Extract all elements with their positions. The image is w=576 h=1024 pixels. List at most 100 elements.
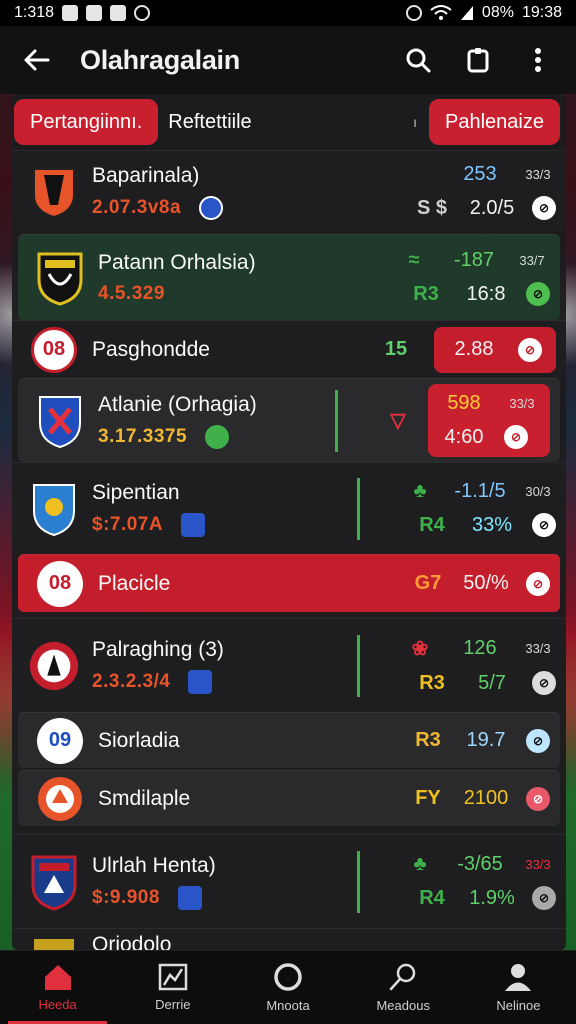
- status-dot-icon[interactable]: ⊘: [526, 282, 550, 306]
- back-button[interactable]: [18, 42, 54, 78]
- team-name: Atlanie (Orhagia): [98, 392, 257, 416]
- team-score: 2.3.2.3/4: [92, 670, 171, 692]
- divider-bar: [335, 389, 338, 452]
- nav-item-matches[interactable]: Mnoota: [230, 951, 345, 1024]
- status-time-left: 1:318: [14, 4, 55, 21]
- status-dot-icon[interactable]: ⊘: [526, 786, 550, 811]
- arrow-left-icon: [24, 49, 50, 71]
- stat-value: -1.1/5: [454, 480, 506, 502]
- stat-value: 19.7: [466, 729, 506, 751]
- list-item[interactable]: Ulrlah Henta) $:9.908 ♣ -3/65 33/3 R4 1.…: [12, 834, 566, 928]
- team-name: Ulrlah Henta): [92, 853, 216, 877]
- club-badge-icon: [177, 885, 202, 910]
- notification-icon: [110, 5, 127, 21]
- team-score: $:9.908: [92, 886, 160, 908]
- nav-item-stats[interactable]: Derrie: [115, 951, 230, 1024]
- list-item[interactable]: 08 Placicle G7 50/% ⊘: [18, 554, 560, 612]
- club-badge-icon: [199, 195, 224, 220]
- list-item[interactable]: 08 Pasghondde 15 2.88 ⊘: [12, 320, 566, 378]
- team-logo: [28, 481, 80, 537]
- status-dot-icon[interactable]: ⊘: [532, 886, 556, 910]
- list-item[interactable]: Atlanie (Orhagia) 3.17.3375 ▽ 598 33/3 4…: [18, 378, 560, 462]
- stat-value: 126: [463, 637, 497, 659]
- team-logo: [28, 164, 80, 220]
- team-score: 4.5.329: [98, 282, 165, 304]
- filter-row: Pertangiinnı. Reftettiile ı Pahlenaize: [12, 94, 566, 150]
- status-dot-icon[interactable]: ⊘: [532, 671, 556, 695]
- battery-level: 08%: [481, 4, 514, 21]
- page-title: Olahragalain: [80, 44, 240, 75]
- club-badge-icon: [205, 424, 230, 449]
- divider-bar: [357, 477, 360, 540]
- rank-badge: 08: [37, 560, 83, 607]
- status-time-right: 19:38: [521, 4, 562, 21]
- stat-value: 16:8: [466, 282, 506, 305]
- search-icon: [406, 48, 431, 73]
- trend-icon: ♣: [413, 480, 427, 502]
- list-item[interactable]: 09 Siorladia R3 19.7 ⊘: [18, 712, 560, 768]
- nav-item-profile[interactable]: Nelinoe: [461, 951, 576, 1024]
- list-item[interactable]: Palraghing (3) 2.3.2.3/4 ❀ 126 33/3 R3 5…: [12, 618, 566, 712]
- nav-item-home[interactable]: Heeda: [0, 951, 115, 1024]
- search-button[interactable]: [398, 40, 438, 80]
- highlight-pill[interactable]: 2.88 ⊘: [434, 326, 556, 373]
- stat-percent: 33/7: [519, 253, 545, 268]
- list-item[interactable]: Smdilaple FY 2100 ⊘: [18, 770, 560, 826]
- team-logo: [28, 854, 80, 911]
- list-item[interactable]: Patann Orhalsia) 4.5.329 ≈ -187 33/7 R3 …: [18, 234, 560, 320]
- list-item[interactable]: Sipentian $:7.07A ♣ -1.1/5 30/3 R4 33% ⊘: [12, 462, 566, 554]
- search-icon: [389, 963, 416, 991]
- stat-percent: 30/3: [525, 484, 551, 499]
- stat-value: 2100: [463, 787, 509, 809]
- list-item[interactable]: Oriodolo: [12, 928, 566, 950]
- signal-icon: [460, 6, 473, 20]
- team-score: $:7.07A: [92, 513, 164, 535]
- stat-value: G7: [414, 572, 442, 594]
- stat-value: 253: [463, 163, 497, 185]
- stat-symbol: R4: [419, 513, 445, 536]
- rank-badge: 09: [37, 717, 83, 764]
- trend-icon: ♣: [413, 853, 427, 875]
- nav-item-search[interactable]: Meadous: [346, 951, 461, 1024]
- team-name: Patann Orhalsia): [98, 250, 256, 274]
- club-badge-icon: [181, 512, 206, 537]
- team-logo: [28, 638, 80, 694]
- list-item[interactable]: Baparinala) 2.07.3v8a 253 33/3 S $ 2.0/5…: [12, 150, 566, 232]
- team-logo: [34, 393, 86, 449]
- filter-separator: ı: [413, 114, 418, 130]
- highlight-box[interactable]: 598 33/3 4:60 ⊘: [428, 384, 550, 457]
- alarm-icon: [405, 5, 422, 21]
- filter-chip-left[interactable]: Pertangiinnı.: [14, 99, 159, 145]
- team-name: Palraghing (3): [92, 637, 224, 661]
- app-bar: Olahragalain: [0, 26, 576, 94]
- stat-value: 4:60: [444, 425, 484, 448]
- divider-bar: [357, 850, 360, 913]
- filter-chip-right[interactable]: Pahlenaize: [429, 99, 560, 145]
- team-logo: [28, 933, 80, 950]
- stat-value: 598: [447, 392, 481, 414]
- status-dot-icon[interactable]: ⊘: [526, 571, 550, 596]
- bottom-nav: Heeda Derrie Mnoota Meadous Nelinoe: [0, 950, 576, 1024]
- team-name: Smdilaple: [98, 786, 191, 810]
- status-dot-icon[interactable]: ⊘: [532, 513, 556, 537]
- team-score: 3.17.3375: [98, 425, 188, 447]
- notification-icon: [86, 5, 103, 21]
- more-button[interactable]: [518, 40, 558, 80]
- filter-label[interactable]: Reftettiile: [164, 99, 267, 145]
- team-name: Placicle: [98, 571, 171, 595]
- team-logo: [34, 250, 86, 306]
- team-name: Pasghondde: [92, 337, 210, 361]
- clipboard-button[interactable]: [458, 40, 498, 80]
- divider-bar: [357, 634, 360, 697]
- trend-icon: ≈: [408, 249, 420, 271]
- wifi-icon: [430, 5, 452, 20]
- status-dot-icon[interactable]: ⊘: [532, 196, 556, 220]
- down-arrow-icon: ▽: [390, 410, 406, 432]
- team-logo: [38, 776, 82, 821]
- status-dot-icon: ⊘: [504, 425, 528, 449]
- stat-percent: 33/3: [509, 396, 535, 411]
- stat-value: 50/%: [463, 572, 509, 594]
- status-dot-icon[interactable]: ⊘: [526, 728, 550, 753]
- stat-percent: 33/3: [525, 857, 551, 872]
- stat-symbol: R3: [413, 282, 439, 305]
